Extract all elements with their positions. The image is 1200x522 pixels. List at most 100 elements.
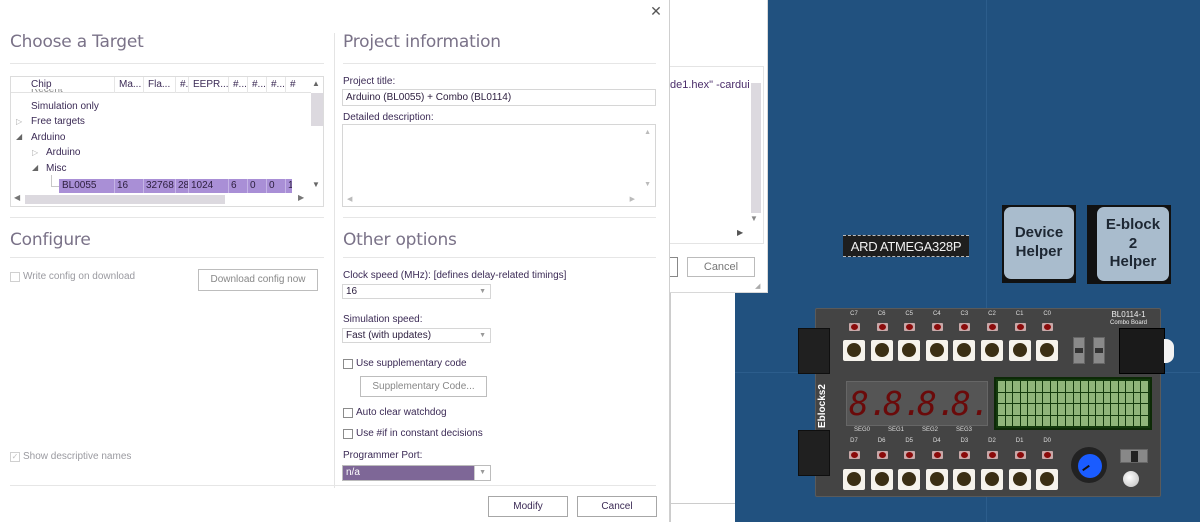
column-header[interactable]: Fla... (144, 77, 176, 93)
board-title: BL0114-1 Combo Board (1110, 310, 1148, 327)
tree-item-recent[interactable]: Recent (31, 89, 63, 95)
push-button[interactable] (953, 469, 976, 490)
expand-icon[interactable]: ▷ (32, 148, 38, 157)
scroll-down-icon[interactable]: ▼ (750, 214, 758, 223)
column-header[interactable]: Ma... (115, 77, 144, 93)
clock-speed-combobox[interactable]: 16 ▼ (342, 284, 491, 299)
potentiometer-knob[interactable] (1071, 447, 1107, 483)
target-tree-grid[interactable]: Chip Ma... Fla... #.. EEPR... #... #... … (10, 76, 324, 207)
use-supplementary-code-checkbox[interactable]: Use supplementary code (343, 358, 467, 369)
background-vertical-scrollbar[interactable] (751, 83, 761, 213)
column-header-chip[interactable]: Chip (11, 77, 115, 93)
detailed-description-textarea[interactable]: ▲ ▼ ◀ ▶ (342, 124, 656, 207)
column-header[interactable]: #... (248, 77, 267, 93)
led-indicator (959, 323, 971, 331)
collapse-icon[interactable]: ◢ (16, 132, 22, 141)
lcd-cell (1073, 392, 1081, 403)
lcd-cell (1005, 415, 1013, 426)
check-icon[interactable]: ✓ (10, 451, 20, 462)
push-button[interactable] (843, 469, 865, 490)
led-indicator (1042, 451, 1054, 459)
slide-switch[interactable] (1073, 337, 1085, 364)
toggle-switch[interactable] (1120, 449, 1148, 463)
column-header[interactable]: #.. (176, 77, 189, 93)
scroll-down-icon[interactable]: ▼ (644, 181, 651, 188)
scroll-right-icon[interactable]: ▶ (630, 195, 635, 203)
lcd-cell (1111, 392, 1118, 403)
column-header[interactable]: #... (267, 77, 286, 93)
lcd-cell (1133, 415, 1141, 426)
tree-item-misc[interactable]: Misc (46, 161, 67, 176)
push-button[interactable] (1008, 340, 1031, 361)
eblock-helper[interactable]: E-block 2 Helper (1087, 205, 1171, 284)
divider (10, 257, 324, 258)
led-indicator (959, 451, 971, 459)
push-button[interactable] (898, 469, 921, 490)
push-button[interactable] (843, 340, 865, 361)
column-header[interactable]: EEPR... (189, 77, 229, 93)
scroll-right-icon[interactable]: ▶ (298, 193, 304, 202)
tree-horizontal-scrollbar[interactable] (25, 195, 225, 204)
auto-clear-watchdog-checkbox[interactable]: Auto clear watchdog (343, 407, 447, 418)
pin-label: D0 (1043, 438, 1052, 444)
scroll-left-icon[interactable]: ◀ (347, 195, 352, 203)
project-options-dialog: ✕ Choose a Target Chip Ma... Fla... #.. … (0, 0, 670, 522)
tree-item-arduino[interactable]: Arduino (31, 130, 65, 145)
cancel-button[interactable]: Cancel (577, 496, 657, 517)
checkbox-box[interactable] (10, 271, 20, 282)
use-if-constant-decisions-checkbox[interactable]: Use #if in constant decisions (343, 428, 483, 439)
chip-component[interactable]: ARD ATMEGA328P (843, 235, 969, 257)
show-descriptive-names-checkbox[interactable]: ✓ Show descriptive names (10, 451, 131, 462)
device-helper[interactable]: Device Helper (1002, 205, 1076, 283)
checkbox-box[interactable] (343, 407, 353, 418)
expand-icon[interactable]: ▷ (16, 117, 22, 126)
chevron-down-icon[interactable]: ▼ (479, 329, 486, 342)
scroll-up-icon[interactable]: ▲ (312, 79, 320, 88)
push-button[interactable] (1036, 469, 1059, 490)
project-title-input[interactable]: Arduino (BL0055) + Combo (BL0114) (342, 89, 656, 106)
chevron-down-icon[interactable]: ▼ (479, 285, 486, 298)
scroll-left-icon[interactable]: ◀ (14, 193, 20, 202)
resize-grip-icon[interactable]: ◢ (755, 282, 760, 290)
tree-vertical-scrollbar[interactable] (311, 93, 323, 126)
push-button[interactable] (870, 340, 893, 361)
push-button[interactable] (925, 469, 948, 490)
push-button[interactable] (925, 340, 948, 361)
push-button[interactable] (953, 340, 976, 361)
checkbox-box[interactable] (343, 428, 353, 439)
column-header[interactable]: #... (229, 77, 248, 93)
push-button[interactable] (1036, 340, 1059, 361)
close-icon[interactable]: ✕ (648, 2, 664, 20)
slide-switch[interactable] (1093, 337, 1105, 364)
supplementary-code-button[interactable]: Supplementary Code... (360, 376, 487, 397)
download-config-button[interactable]: Download config now (198, 269, 318, 291)
tree-item-simulation-only[interactable]: Simulation only (31, 99, 99, 114)
scroll-right-icon[interactable]: ▶ (737, 228, 743, 237)
push-button[interactable] (981, 469, 1003, 490)
scroll-down-icon[interactable]: ▼ (312, 180, 320, 189)
background-cancel-button[interactable]: Cancel (687, 257, 755, 277)
tree-item-free-targets[interactable]: Free targets (31, 114, 85, 129)
chevron-down-icon[interactable]: ▼ (479, 466, 486, 480)
lcd-cell (1141, 381, 1148, 392)
simulation-speed-select[interactable]: Fast (with updates) ▼ (342, 328, 491, 343)
tree-item-arduino-sub[interactable]: Arduino (46, 145, 80, 160)
write-config-checkbox[interactable]: Write config on download (10, 271, 135, 282)
push-button[interactable] (981, 340, 1003, 361)
push-button[interactable] (870, 469, 893, 490)
push-button[interactable] (898, 340, 921, 361)
programmer-port-select[interactable]: n/a ▼ (342, 465, 491, 481)
lcd-cell (1035, 392, 1043, 403)
lcd-cell (1118, 381, 1126, 392)
collapse-icon[interactable]: ◢ (32, 163, 38, 172)
selected-chip-row[interactable]: BL0055 16 32768 28 1024 6 0 0 1 (59, 179, 292, 193)
white-push-button[interactable] (1123, 471, 1139, 487)
cell-chip: BL0055 (59, 179, 115, 193)
modify-button[interactable]: Modify (488, 496, 568, 517)
column-header[interactable]: # (286, 77, 300, 93)
checkbox-box[interactable] (343, 358, 353, 369)
cell: 0 (267, 179, 286, 193)
pin-label: C3 (960, 311, 969, 317)
push-button[interactable] (1008, 469, 1031, 490)
scroll-up-icon[interactable]: ▲ (644, 129, 651, 136)
